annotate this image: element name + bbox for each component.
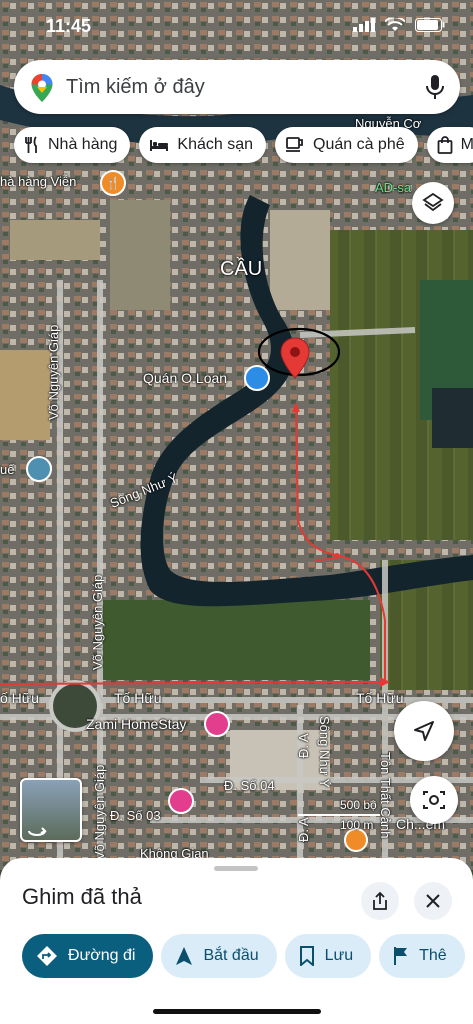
map-label-song-nhu-y-2: Sông Như Ý [317, 716, 332, 788]
navigation-arrow-icon [414, 721, 434, 741]
map-label-vo-nguyen-giap-2: Võ Nguyên Giáp [90, 574, 105, 670]
chip-hotels[interactable]: Khách sạn [139, 127, 266, 163]
start-button[interactable]: Bắt đầu [161, 934, 277, 978]
share-icon [373, 891, 387, 910]
chip-label: Nhà hàng [48, 136, 118, 153]
map-label-so04: Đ. Số 04 [224, 778, 275, 793]
hotel-marker-2-icon[interactable] [168, 788, 194, 814]
chip-restaurants[interactable]: Nhà hàng [14, 127, 131, 163]
sheet-drag-handle[interactable] [214, 866, 258, 871]
sheet-actions: Đường đi Bắt đầu Lưu Thê [22, 934, 465, 978]
scale-bar [298, 814, 380, 816]
microphone-icon[interactable] [424, 73, 446, 101]
action-label: Lưu [324, 947, 354, 964]
map-label-hue: uế [0, 462, 15, 477]
map-label-zami[interactable]: Zami HomeStay [86, 716, 186, 732]
dropped-pin-icon[interactable] [280, 337, 310, 379]
bookmark-icon [299, 946, 315, 966]
map-label-restaurant: hà hàng Viễn [0, 174, 77, 189]
chip-label: Quán cà phê [313, 136, 405, 153]
signal-icon [353, 18, 375, 32]
chip-label: Khách sạn [177, 136, 253, 153]
chip-coffee[interactable]: Quán cà phê [275, 127, 418, 163]
chip-shopping[interactable]: M [426, 127, 473, 163]
map-label-to-huu-1: ố Hữu [0, 690, 39, 706]
map-label-so03: Đ. Số 03 [110, 808, 161, 823]
search-bar[interactable]: Tìm kiếm ở đây [14, 60, 460, 114]
layers-icon [422, 192, 444, 212]
navigation-arrow-icon [175, 946, 193, 966]
map-label-quan[interactable]: Quán O.Loan [143, 370, 227, 386]
map-label-da-2: Đ. A [296, 817, 311, 842]
street-view-rotate-icon [28, 827, 47, 836]
map-label-ton-that-canh: Tôn Thất Cảnh [378, 752, 393, 839]
my-location-button[interactable] [394, 701, 454, 761]
save-button[interactable]: Lưu [284, 934, 372, 978]
status-bar: 11:45 [0, 14, 473, 42]
share-button[interactable] [361, 882, 399, 920]
google-maps-logo-icon [31, 74, 53, 102]
map-label-to-huu-3: Tố Hữu [356, 690, 404, 706]
camera-icon [423, 791, 445, 809]
chip-label: M [460, 136, 473, 153]
home-indicator [153, 1009, 321, 1014]
battery-icon [415, 18, 445, 32]
action-label: Thê [419, 947, 447, 964]
lens-camera-button[interactable] [410, 776, 458, 824]
coffee-cup-icon [285, 137, 305, 153]
shopping-bag-icon [437, 136, 453, 154]
hotel-marker-icon[interactable] [204, 711, 230, 737]
map-label-cau: CẦU [220, 258, 263, 280]
bed-icon [149, 138, 169, 152]
add-label-button[interactable]: Thê [379, 934, 465, 978]
close-icon [426, 894, 440, 908]
action-label: Bắt đầu [203, 947, 259, 964]
action-label: Đường đi [68, 947, 136, 964]
sheet-title: Ghim đã thả [22, 884, 142, 909]
directions-icon [36, 945, 58, 967]
map-label-vo-nguyen-giap-1: Võ Nguyên Giáp [46, 324, 61, 420]
wifi-icon [385, 18, 405, 31]
search-input[interactable]: Tìm kiếm ở đây [66, 76, 205, 99]
directions-button[interactable]: Đường đi [22, 934, 154, 978]
map-label-ad: AD-sa [375, 180, 412, 195]
bottom-sheet[interactable]: Ghim đã thả Đường đi Bắt đầu Lưu Thê [0, 858, 473, 1024]
category-chips: Nhà hàng Khách sạn Quán cà phê M [14, 127, 473, 163]
shop-marker-icon[interactable] [244, 365, 270, 391]
scale-feet: 500 bộ [340, 798, 377, 812]
flag-icon [393, 946, 409, 966]
fork-knife-icon [24, 136, 40, 154]
museum-marker-icon[interactable] [26, 456, 52, 482]
status-time: 11:45 [46, 16, 92, 36]
street-view-thumbnail[interactable] [20, 778, 82, 842]
map-label-da-1: Đ. A [296, 733, 311, 758]
map-label-vo-nguyen-giap-3: Võ Nguyên Giáp [92, 764, 107, 860]
scale-meters: 100 m [340, 818, 374, 832]
layers-button[interactable] [412, 182, 454, 224]
close-button[interactable] [414, 882, 452, 920]
restaurant-marker-icon[interactable]: 🍴 [100, 170, 126, 196]
map-label-to-huu-2: Tố Hữu [114, 690, 162, 706]
